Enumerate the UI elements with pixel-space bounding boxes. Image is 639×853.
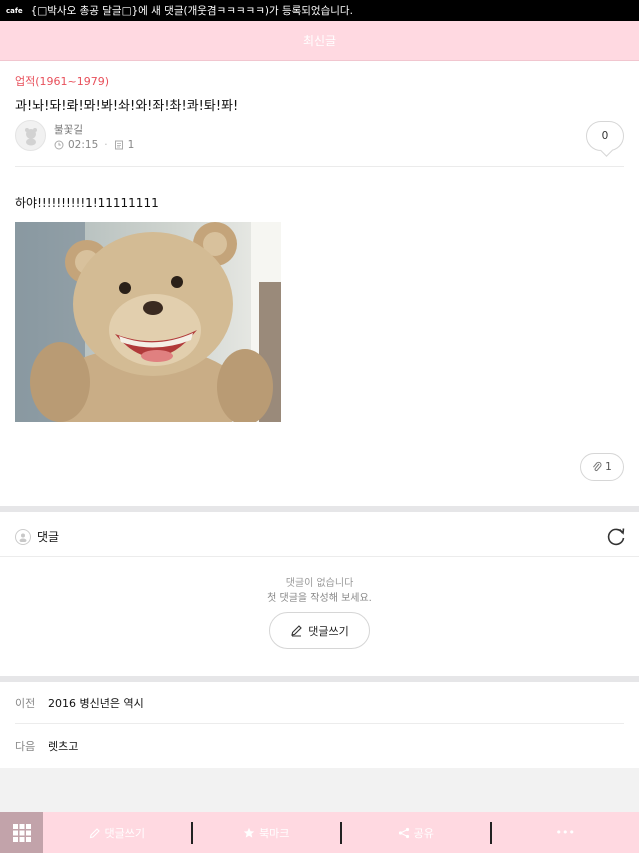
menu-grid-button[interactable] (0, 812, 43, 853)
view-count-icon (114, 140, 123, 150)
meta-separator: · (104, 139, 108, 151)
attachment-button[interactable]: 1 (580, 453, 624, 481)
toolbar-write-comment-button[interactable]: 댓글쓰기 (43, 812, 191, 853)
share-label: 공유 (413, 826, 434, 840)
article-body-text: 하야!!!!!!!!!!1!11111111 (15, 196, 159, 210)
comment-count: 0 (601, 130, 609, 142)
attachment-count: 1 (605, 461, 612, 473)
page-title: 최신글 (302, 34, 337, 48)
comments-heading: 댓글 (37, 530, 60, 544)
article-category[interactable]: 업적(1961~1979) (15, 73, 109, 89)
teddy-bear-photo[interactable] (15, 222, 281, 422)
pencil-icon (291, 625, 303, 637)
bottom-toolbar: 댓글쓰기 북마크 공유 ••• (0, 812, 639, 853)
post-navigation: 이전 2016 병신년은 역시 다음 렛츠고 (0, 682, 639, 768)
refresh-icon[interactable] (605, 525, 627, 547)
author-name[interactable]: 불꽃길 (54, 122, 83, 137)
avatar[interactable] (15, 120, 46, 151)
bookmark-button[interactable]: 북마크 (193, 812, 341, 853)
prev-post-link[interactable]: 이전 2016 병신년은 역시 (15, 682, 624, 724)
share-icon (398, 827, 409, 838)
comment-profile-icon (15, 528, 31, 545)
grid-icon (12, 823, 31, 842)
comments-header: 댓글 (15, 528, 59, 545)
next-post-title: 렛츠고 (48, 740, 79, 753)
next-post-link[interactable]: 다음 렛츠고 (15, 725, 624, 767)
status-bar: cafe {□박사오 총공 달글□}에 새 댓글(개웃겸ㅋㅋㅋㅋㅋ)가 등록되었… (0, 0, 639, 21)
write-comment-label: 댓글쓰기 (308, 624, 349, 638)
next-label: 다음 (15, 740, 36, 753)
more-button[interactable]: ••• (492, 812, 639, 853)
star-icon (243, 827, 255, 838)
comment-count-button[interactable]: 0 (586, 121, 624, 151)
bookmark-label: 북마크 (259, 826, 290, 840)
toolbar-write-comment-label: 댓글쓰기 (104, 826, 145, 840)
prev-label: 이전 (15, 696, 36, 710)
share-button[interactable]: 공유 (342, 812, 490, 853)
comments-section: 댓글 댓글이 없습니다 첫 댓글을 작성해 보세요. 댓글쓰기 (0, 512, 639, 676)
header-bar: 최신글 (0, 21, 639, 61)
notification-text: {□박사오 총공 달글□}에 새 댓글(개웃겸ㅋㅋㅋㅋㅋ)가 등록되었습니다. (30, 5, 353, 17)
prev-post-title: 2016 병신년은 역시 (48, 696, 144, 710)
more-icon: ••• (555, 826, 575, 839)
paperclip-icon (593, 461, 602, 472)
default-avatar-icon (24, 127, 37, 145)
clock-icon (54, 140, 64, 150)
no-comments-text: 댓글이 없습니다 (285, 578, 354, 589)
view-count: 1 (127, 139, 135, 151)
divider (0, 556, 639, 557)
teddy-bear-image (15, 222, 281, 422)
app-tag: cafe (6, 6, 23, 15)
article-meta: 02:15 · 1 (54, 139, 134, 151)
post-time: 02:15 (68, 139, 99, 151)
divider (15, 166, 624, 167)
write-comment-button[interactable]: 댓글쓰기 (269, 612, 370, 649)
article-title: 과!놔!돠!롸!뫄!봐!솨!와!좌!촤!콰!톼!퐈! (15, 99, 239, 114)
write-first-comment-text: 첫 댓글을 작성해 보세요. (267, 593, 372, 604)
article: 업적(1961~1979) 과!놔!돠!롸!뫄!봐!솨!와!좌!촤!콰!톼!퐈!… (0, 61, 639, 506)
pencil-icon (89, 827, 100, 838)
